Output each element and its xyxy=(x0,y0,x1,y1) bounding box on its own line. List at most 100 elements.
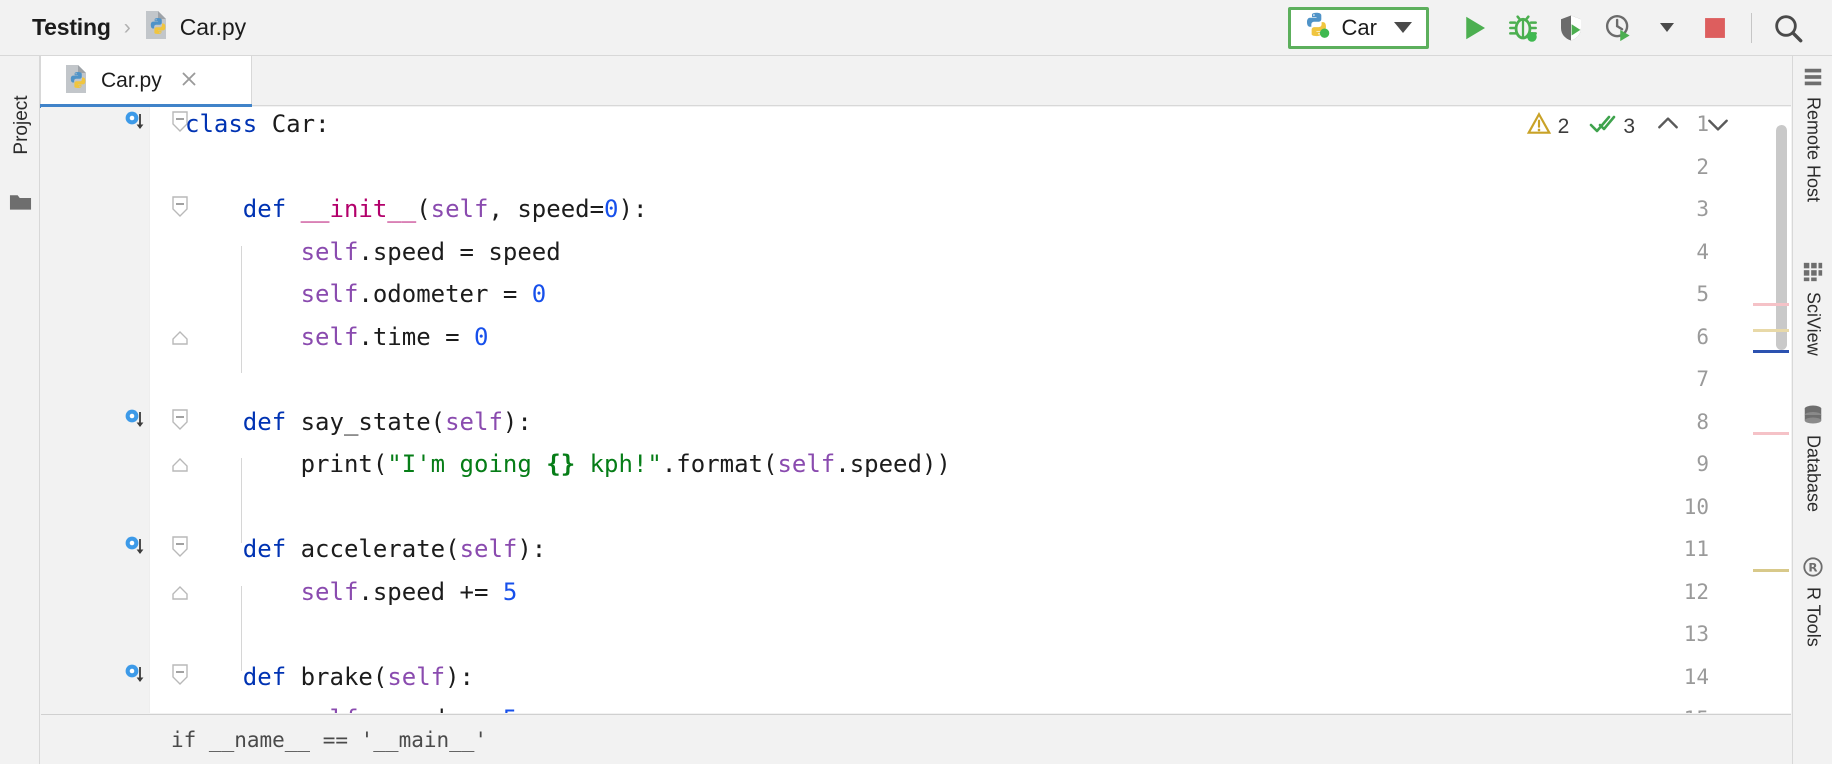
code-token: self xyxy=(301,280,359,308)
code-token: ( xyxy=(431,408,445,436)
indent-guide xyxy=(241,586,242,671)
code-token xyxy=(257,110,271,138)
code-token: class xyxy=(185,110,257,138)
code-token: print xyxy=(301,450,373,478)
code-line[interactable]: def accelerate(self): xyxy=(185,537,546,561)
stop-icon[interactable] xyxy=(1691,4,1739,52)
code-token: "I'm going xyxy=(387,450,546,478)
line-number: 4 xyxy=(1649,240,1709,264)
code-token: .time = xyxy=(358,323,474,351)
code-token: ( xyxy=(373,450,387,478)
gutter-run-icon[interactable] xyxy=(125,408,145,439)
indent-guide xyxy=(241,246,242,374)
code-token: self xyxy=(445,408,503,436)
code-token: .format( xyxy=(662,450,778,478)
breadcrumb-file[interactable]: Car.py xyxy=(144,10,246,46)
code-token: 0 xyxy=(604,195,618,223)
code-line[interactable]: print("I'm going {} kph!".format(self.sp… xyxy=(185,452,951,476)
sidebar-item-sciview[interactable]: SciView xyxy=(1793,261,1832,356)
sidebar-label-remote-host: Remote Host xyxy=(1803,97,1824,202)
breadcrumb-project[interactable]: Testing xyxy=(32,14,111,41)
code-token: .speed += xyxy=(358,578,503,606)
run-config-label: Car xyxy=(1342,15,1377,41)
editor-tab-bar: Car.py xyxy=(41,56,1791,106)
code-line[interactable]: self.odometer = 0 xyxy=(185,282,546,306)
r-tools-icon: R xyxy=(1802,556,1824,583)
code-line[interactable]: self.time = 0 xyxy=(185,325,488,349)
warning-triangle-icon xyxy=(1526,111,1552,143)
coverage-icon[interactable] xyxy=(1547,4,1595,52)
python-file-icon xyxy=(64,64,90,99)
code-token: self xyxy=(301,705,359,713)
scrollbar-marker xyxy=(1753,569,1789,572)
folder-icon[interactable] xyxy=(9,192,32,217)
gutter-run-icon[interactable] xyxy=(125,663,145,694)
code-line[interactable]: self.speed -= 5 xyxy=(185,707,517,713)
code-token: self xyxy=(301,323,359,351)
line-number: 13 xyxy=(1649,622,1709,646)
sidebar-label-database: Database xyxy=(1803,435,1824,512)
chevron-down-icon[interactable] xyxy=(1394,22,1412,33)
warning-count: 2 xyxy=(1558,115,1570,139)
code-token: self xyxy=(777,450,835,478)
line-number: 12 xyxy=(1649,580,1709,604)
run-configuration-selector[interactable]: Car xyxy=(1288,7,1429,49)
code-token: .speed = speed xyxy=(358,238,560,266)
code-token xyxy=(286,195,300,223)
ok-count: 3 xyxy=(1623,115,1635,139)
left-tool-stripe: Project xyxy=(0,56,40,764)
search-icon[interactable] xyxy=(1764,4,1812,52)
remote-host-icon xyxy=(1802,66,1824,93)
code-token: def xyxy=(243,535,286,563)
code-line[interactable]: def say_state(self): xyxy=(185,410,532,434)
code-editor[interactable]: 123456789101112131415 class Car:def __in… xyxy=(41,107,1791,713)
inspection-widget[interactable]: 2 3 xyxy=(1526,111,1731,143)
code-token: ): xyxy=(619,195,648,223)
sidebar-item-r-tools[interactable]: R R Tools xyxy=(1793,556,1832,647)
python-file-icon xyxy=(144,10,170,46)
code-token: self xyxy=(460,535,518,563)
sidebar-item-project[interactable]: Project xyxy=(11,85,33,165)
code-token xyxy=(286,663,300,691)
line-number: 2 xyxy=(1649,155,1709,179)
gutter-run-icon[interactable] xyxy=(125,110,145,141)
editor-vertical-scrollbar[interactable] xyxy=(1776,125,1787,350)
chevron-up-icon[interactable] xyxy=(1655,111,1681,143)
debug-icon[interactable] xyxy=(1499,4,1547,52)
code-content[interactable]: class Car:def __init__(self, speed=0):se… xyxy=(149,107,1539,713)
breadcrumb-file-label: Car.py xyxy=(180,14,246,41)
code-token: self xyxy=(431,195,489,223)
code-token: , speed= xyxy=(488,195,604,223)
tab-car-py[interactable]: Car.py xyxy=(40,56,252,106)
gutter-run-icon[interactable] xyxy=(125,535,145,566)
line-number: 9 xyxy=(1649,452,1709,476)
code-token xyxy=(286,408,300,436)
code-line[interactable]: class Car: xyxy=(185,112,330,136)
code-line[interactable]: def __init__(self, speed=0): xyxy=(185,197,647,221)
chevron-down-icon[interactable] xyxy=(1705,111,1731,143)
breadcrumb: Testing › Car.py xyxy=(0,10,246,46)
code-token: ): xyxy=(503,408,532,436)
line-number: 14 xyxy=(1649,665,1709,689)
close-icon[interactable] xyxy=(179,69,199,94)
database-icon xyxy=(1802,404,1824,431)
sidebar-item-remote-host[interactable]: Remote Host xyxy=(1793,66,1832,202)
sidebar-item-database[interactable]: Database xyxy=(1793,404,1832,512)
profile-icon[interactable] xyxy=(1595,4,1643,52)
line-number: 7 xyxy=(1649,367,1709,391)
code-token: ): xyxy=(517,535,546,563)
bottom-breadcrumb-text[interactable]: if __name__ == '__main__' xyxy=(171,728,487,752)
sidebar-label-sciview: SciView xyxy=(1803,292,1824,356)
code-token: accelerate xyxy=(301,535,446,563)
run-icon[interactable] xyxy=(1451,4,1499,52)
toolbar-actions: Car xyxy=(1288,4,1832,52)
line-number: 10 xyxy=(1649,495,1709,519)
more-dropdown-icon[interactable] xyxy=(1643,4,1691,52)
svg-text:R: R xyxy=(1808,561,1817,575)
code-token: def xyxy=(243,195,286,223)
code-line[interactable]: self.speed += 5 xyxy=(185,580,517,604)
main-toolbar: Testing › Car.py xyxy=(0,0,1832,56)
code-token: .speed -= xyxy=(358,705,503,713)
code-token: brake xyxy=(301,663,373,691)
code-line[interactable]: def brake(self): xyxy=(185,665,474,689)
